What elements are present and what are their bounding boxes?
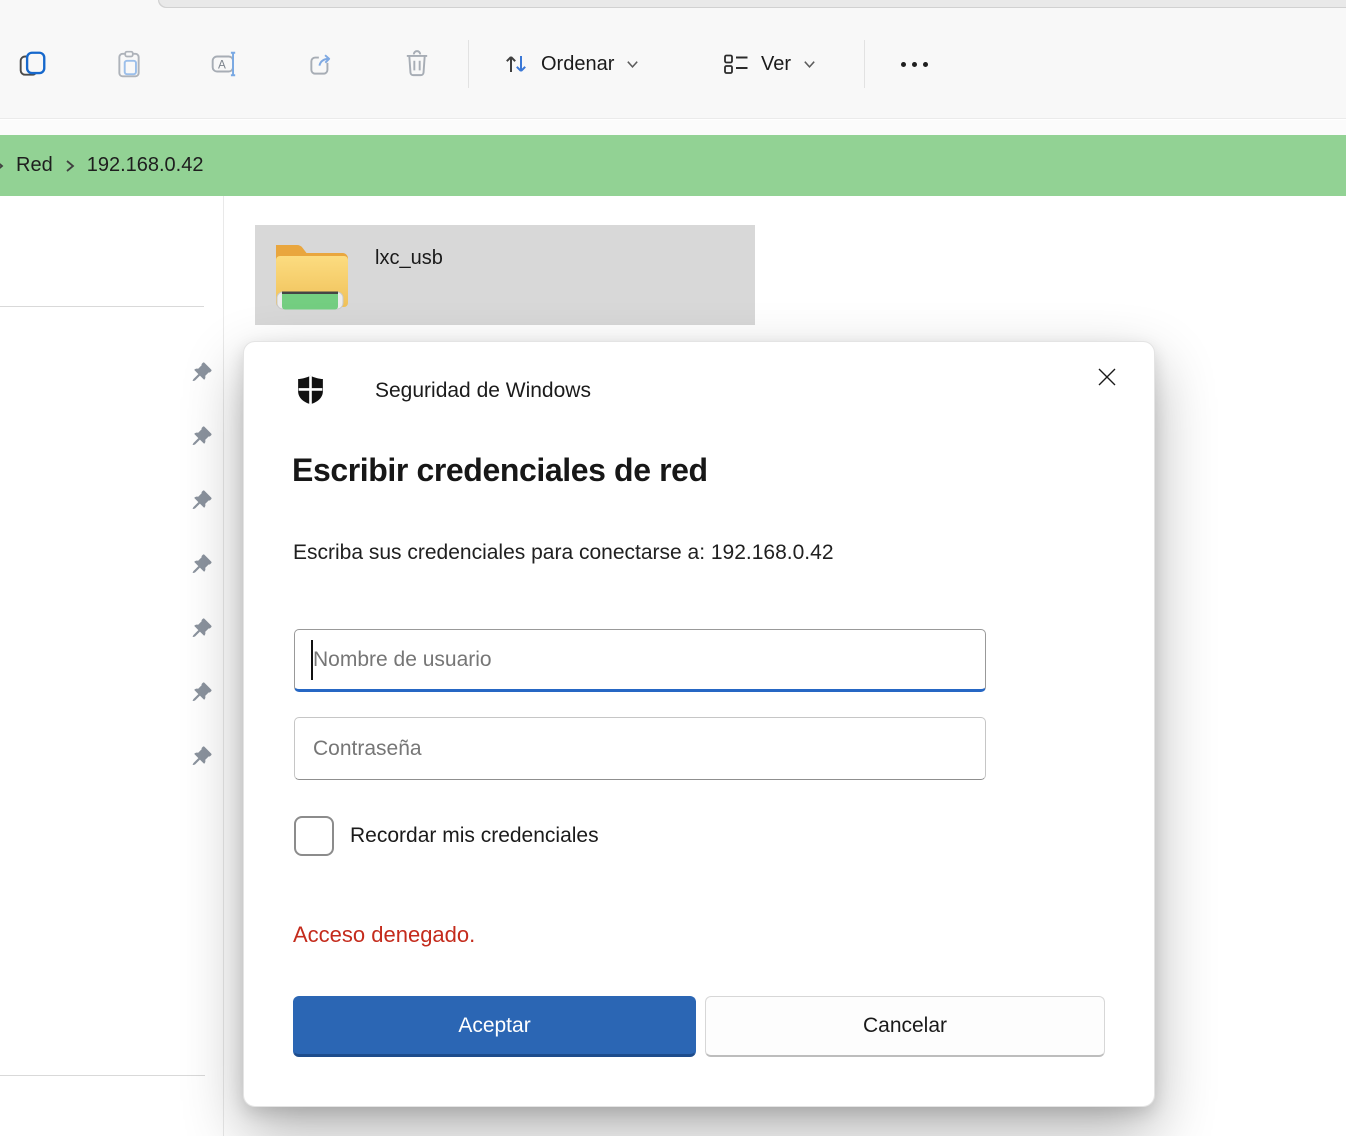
toolbar: A Ordenar: [0, 0, 1346, 119]
tab-strip-edge: [158, 0, 1346, 8]
address-bar[interactable]: Red 192.168.0.42: [0, 135, 1346, 196]
chevron-down-icon: [802, 57, 817, 72]
paste-icon: [114, 49, 144, 79]
remember-credentials-row: Recordar mis credenciales: [294, 816, 599, 856]
close-icon: [1094, 364, 1120, 390]
chevron-down-icon: [625, 57, 640, 72]
toolbar-divider: [468, 40, 469, 88]
sort-icon: [502, 50, 530, 78]
cancel-button[interactable]: Cancelar: [705, 996, 1105, 1057]
rename-button[interactable]: A: [203, 42, 247, 86]
pin-icon[interactable]: [191, 489, 213, 511]
ellipsis-icon: [901, 62, 906, 67]
delete-button[interactable]: [395, 42, 439, 86]
dialog-subtitle: Escriba sus credenciales para conectarse…: [293, 541, 834, 565]
username-field-wrapper: [294, 629, 986, 692]
pin-icon[interactable]: [191, 745, 213, 767]
view-dropdown[interactable]: Ver: [712, 38, 827, 90]
chevron-right-icon: [0, 157, 7, 175]
password-field-wrapper: [294, 717, 986, 780]
text-caret: [311, 640, 313, 680]
toolbar-divider: [864, 40, 865, 88]
password-input[interactable]: [294, 717, 986, 780]
view-label: Ver: [761, 53, 791, 76]
file-name: lxc_usb: [375, 247, 443, 270]
sidebar-separator: [223, 196, 224, 1136]
rename-icon: A: [210, 49, 240, 79]
pin-icon[interactable]: [191, 553, 213, 575]
view-icon: [722, 50, 750, 78]
pin-icon[interactable]: [191, 361, 213, 383]
access-denied-error: Acceso denegado.: [293, 922, 475, 948]
network-folder-icon: [268, 235, 352, 315]
pin-icon[interactable]: [191, 681, 213, 703]
more-options-button[interactable]: [886, 42, 942, 86]
chevron-right-icon: [62, 157, 78, 175]
share-button[interactable]: [299, 42, 343, 86]
explorer-window: A Ordenar: [0, 0, 1346, 1136]
file-tile-lxc-usb[interactable]: lxc_usb: [255, 225, 755, 325]
windows-security-dialog: Seguridad de Windows Escribir credencial…: [243, 341, 1155, 1107]
sidebar-divider: [0, 306, 204, 307]
share-icon: [306, 49, 336, 79]
toolbar-gap: [0, 120, 1346, 135]
breadcrumb-item-host[interactable]: 192.168.0.42: [78, 149, 213, 182]
dialog-title: Seguridad de Windows: [375, 379, 591, 403]
dialog-buttons: Aceptar Cancelar: [293, 996, 1105, 1057]
breadcrumb-item-red[interactable]: Red: [7, 149, 62, 182]
sidebar-divider: [0, 1075, 205, 1076]
sort-dropdown[interactable]: Ordenar: [492, 38, 650, 90]
pin-icon[interactable]: [191, 425, 213, 447]
copy-button[interactable]: [11, 42, 55, 86]
remember-label[interactable]: Recordar mis credenciales: [350, 824, 599, 848]
remember-checkbox[interactable]: [294, 816, 334, 856]
paste-button[interactable]: [107, 42, 151, 86]
shield-icon: [294, 372, 327, 408]
close-button[interactable]: [1090, 360, 1124, 394]
sort-label: Ordenar: [541, 53, 614, 76]
username-input[interactable]: [294, 629, 986, 692]
trash-icon: [402, 49, 432, 79]
accept-button[interactable]: Aceptar: [293, 996, 696, 1057]
dialog-heading: Escribir credenciales de red: [292, 452, 708, 489]
svg-text:A: A: [218, 58, 226, 71]
copy-icon: [18, 49, 48, 79]
pin-icon[interactable]: [191, 617, 213, 639]
